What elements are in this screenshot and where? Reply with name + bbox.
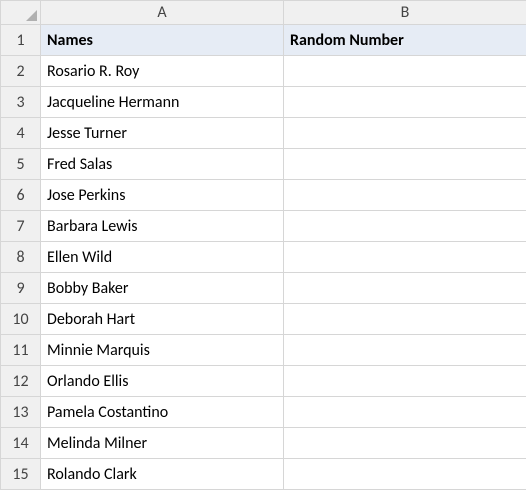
row-header-5[interactable]: 5 (1, 149, 41, 180)
table-row: 1 Names Random Number (1, 25, 526, 56)
row-header-2[interactable]: 2 (1, 56, 41, 87)
select-all-corner[interactable] (1, 1, 41, 25)
table-row: 10 Deborah Hart (1, 304, 526, 335)
row-header-11[interactable]: 11 (1, 335, 41, 366)
table-row: 8 Ellen Wild (1, 242, 526, 273)
row-header-9[interactable]: 9 (1, 273, 41, 304)
cell-B4[interactable] (284, 118, 526, 149)
row-header-3[interactable]: 3 (1, 87, 41, 118)
table-row: 11 Minnie Marquis (1, 335, 526, 366)
cell-B3[interactable] (284, 87, 526, 118)
cell-B11[interactable] (284, 335, 526, 366)
row-header-4[interactable]: 4 (1, 118, 41, 149)
cell-B12[interactable] (284, 366, 526, 397)
row-header-15[interactable]: 15 (1, 459, 41, 490)
column-header-B[interactable]: B (284, 1, 526, 25)
table-row: 9 Bobby Baker (1, 273, 526, 304)
cell-B1[interactable]: Random Number (284, 25, 526, 56)
cell-A15[interactable]: Rolando Clark (41, 459, 284, 490)
row-header-1[interactable]: 1 (1, 25, 41, 56)
table-row: 5 Fred Salas (1, 149, 526, 180)
table-row: 15 Rolando Clark (1, 459, 526, 490)
table-row: 14 Melinda Milner (1, 428, 526, 459)
row-header-6[interactable]: 6 (1, 180, 41, 211)
row-header-8[interactable]: 8 (1, 242, 41, 273)
cell-A2[interactable]: Rosario R. Roy (41, 56, 284, 87)
cell-A8[interactable]: Ellen Wild (41, 242, 284, 273)
table-row: 2 Rosario R. Roy (1, 56, 526, 87)
cell-A7[interactable]: Barbara Lewis (41, 211, 284, 242)
cell-A14[interactable]: Melinda Milner (41, 428, 284, 459)
cell-B15[interactable] (284, 459, 526, 490)
cell-A10[interactable]: Deborah Hart (41, 304, 284, 335)
cell-B13[interactable] (284, 397, 526, 428)
row-header-7[interactable]: 7 (1, 211, 41, 242)
cell-A3[interactable]: Jacqueline Hermann (41, 87, 284, 118)
cell-A6[interactable]: Jose Perkins (41, 180, 284, 211)
cell-A1[interactable]: Names (41, 25, 284, 56)
cell-B8[interactable] (284, 242, 526, 273)
table-row: 13 Pamela Costantino (1, 397, 526, 428)
cell-A12[interactable]: Orlando Ellis (41, 366, 284, 397)
table-row: 12 Orlando Ellis (1, 366, 526, 397)
cell-B9[interactable] (284, 273, 526, 304)
cell-B14[interactable] (284, 428, 526, 459)
cell-A9[interactable]: Bobby Baker (41, 273, 284, 304)
spreadsheet-grid[interactable]: A B 1 Names Random Number 2 Rosario R. R… (0, 0, 526, 490)
cell-A5[interactable]: Fred Salas (41, 149, 284, 180)
cell-B7[interactable] (284, 211, 526, 242)
cell-A11[interactable]: Minnie Marquis (41, 335, 284, 366)
cell-A13[interactable]: Pamela Costantino (41, 397, 284, 428)
cell-B6[interactable] (284, 180, 526, 211)
cell-B2[interactable] (284, 56, 526, 87)
table-row: 4 Jesse Turner (1, 118, 526, 149)
cell-A4[interactable]: Jesse Turner (41, 118, 284, 149)
row-header-14[interactable]: 14 (1, 428, 41, 459)
column-header-A[interactable]: A (41, 1, 284, 25)
row-header-13[interactable]: 13 (1, 397, 41, 428)
row-header-12[interactable]: 12 (1, 366, 41, 397)
row-header-10[interactable]: 10 (1, 304, 41, 335)
table-row: 6 Jose Perkins (1, 180, 526, 211)
table-row: 3 Jacqueline Hermann (1, 87, 526, 118)
column-header-row: A B (1, 1, 526, 25)
cell-B5[interactable] (284, 149, 526, 180)
table-row: 7 Barbara Lewis (1, 211, 526, 242)
cell-B10[interactable] (284, 304, 526, 335)
